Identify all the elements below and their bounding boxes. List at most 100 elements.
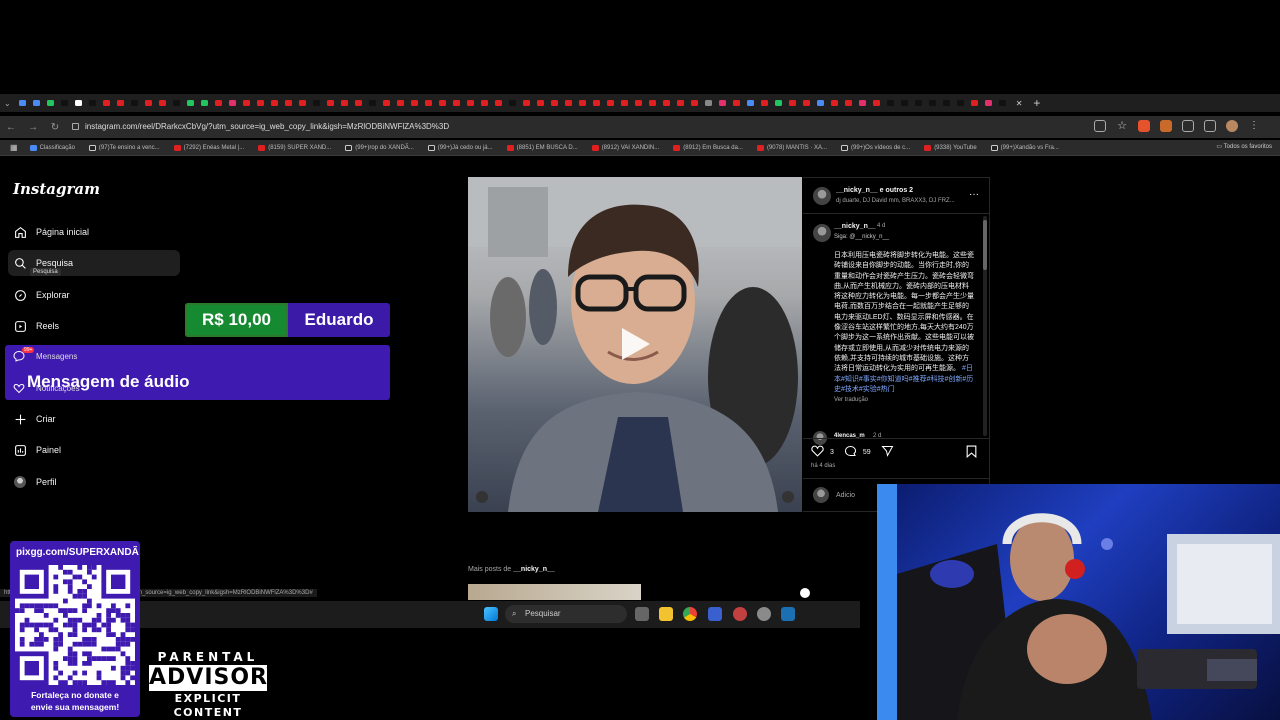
bookmark-item[interactable]: (8912) VAI XANDIN... [591,144,659,151]
bookmark-item[interactable]: (8851) EM BUSCA D... [506,144,578,151]
scrollbar-thumb[interactable] [983,220,987,270]
more-post-thumbnail[interactable] [468,584,641,600]
steam-icon[interactable] [781,607,795,621]
comment-button[interactable] [844,445,857,459]
bookmark-item[interactable]: (99+)Os vídeos de c... [840,144,910,151]
browser-tab[interactable] [534,98,547,108]
browser-tab[interactable] [310,98,323,108]
browser-tab[interactable] [240,98,253,108]
browser-tab[interactable] [912,98,925,108]
nav-reels[interactable]: Reels [8,313,180,339]
browser-tab[interactable] [660,98,673,108]
new-tab-button[interactable]: + [1033,96,1040,110]
browser-tab[interactable] [520,98,533,108]
task-view-icon[interactable] [635,607,649,621]
browser-tab[interactable] [408,98,421,108]
bookmark-item[interactable]: (99+)Xandão vs Fra... [990,144,1059,151]
bookmark-item[interactable]: (9338) YouTube [924,144,977,151]
apps-grid-icon[interactable]: ▦ [10,143,18,152]
browser-tab[interactable] [492,98,505,108]
bookmark-item[interactable]: Classificação [29,144,75,151]
bookmark-item[interactable]: (99+)rop do XANDÃ... [345,144,414,151]
bookmark-item[interactable]: (8159) SUPER XAND... [258,144,331,151]
bookmark-item[interactable]: (99+)Já cedo ou já... [427,144,493,151]
caption-avatar[interactable] [813,224,831,242]
extension-brave-icon[interactable] [1138,120,1150,132]
caption-username[interactable]: __nicky_n__ [834,223,876,230]
chrome-icon[interactable] [683,607,697,621]
settings-gear-icon[interactable] [757,607,771,621]
browser-tab[interactable] [618,98,631,108]
extension-orange-icon[interactable] [1160,120,1172,132]
like-button[interactable] [811,445,824,459]
add-comment-input[interactable]: Adicio [836,492,855,499]
close-tab-icon[interactable]: ✕ [1016,99,1023,108]
browser-tab[interactable] [478,98,491,108]
bookmark-item[interactable]: (8912) Em Busca da... [673,144,743,151]
browser-tab[interactable] [114,98,127,108]
nav-notifications-label[interactable]: Notificações [36,384,80,393]
nav-home[interactable]: Página inicial [8,219,180,245]
browser-tab[interactable] [856,98,869,108]
browser-tab[interactable] [744,98,757,108]
browser-tab[interactable] [576,98,589,108]
mute-icon[interactable] [782,491,794,503]
more-posts-user[interactable]: __nicky_n__ [513,566,555,573]
browser-tab[interactable] [268,98,281,108]
browser-tab[interactable] [506,98,519,108]
site-info-icon[interactable] [72,123,79,130]
browser-tab[interactable] [324,98,337,108]
browser-tab[interactable] [352,98,365,108]
browser-tab[interactable] [842,98,855,108]
forward-button[interactable]: → [22,122,44,133]
browser-tab[interactable] [548,98,561,108]
browser-tab[interactable] [870,98,883,108]
browser-tab[interactable] [450,98,463,108]
browser-tab[interactable] [646,98,659,108]
browser-tab[interactable] [16,98,29,108]
nav-messages-label[interactable]: Mensagens [36,352,77,361]
play-button[interactable] [620,326,652,362]
bookmark-item[interactable]: (7292) Enéas Metal |... [173,144,244,151]
author-avatar[interactable] [813,187,831,205]
back-button[interactable]: ← [0,122,22,133]
url-field[interactable]: instagram.com/reel/DRarkcxCbVg/?utm_sour… [72,116,449,138]
browser-tab[interactable] [422,98,435,108]
browser-tab[interactable] [436,98,449,108]
file-explorer-icon[interactable] [659,607,673,621]
browser-tab[interactable] [296,98,309,108]
app-icon[interactable] [708,607,722,621]
nav-create[interactable]: Criar [8,406,180,432]
browser-tab[interactable] [968,98,981,108]
more-options-icon[interactable]: ··· [969,189,979,200]
install-app-icon[interactable] [1094,120,1106,132]
browser-tab[interactable] [86,98,99,108]
browser-tab[interactable] [996,98,1009,108]
nav-dashboard[interactable]: Painel [8,437,180,463]
browser-tab[interactable] [772,98,785,108]
browser-tab[interactable] [394,98,407,108]
browser-tab[interactable] [226,98,239,108]
bookmark-item[interactable]: (9078) MANTIS · XA... [756,144,827,151]
save-bookmark-icon[interactable] [966,445,977,463]
browser-tab[interactable] [464,98,477,108]
browser-tab[interactable] [828,98,841,108]
browser-tab[interactable] [604,98,617,108]
sidebar-panel-icon[interactable] [1204,120,1216,132]
all-bookmarks-button[interactable]: ▭ Todos os favoritos [1216,143,1272,150]
browser-tab[interactable] [940,98,953,108]
reload-button[interactable]: ↻ [44,122,66,133]
extensions-puzzle-icon[interactable] [1182,120,1194,132]
bookmark-star-icon[interactable]: ☆ [1116,120,1128,132]
browser-tab[interactable] [128,98,141,108]
browser-tab[interactable] [212,98,225,108]
browser-tab[interactable] [282,98,295,108]
instagram-logo[interactable]: Instagram [13,180,100,198]
browser-tab[interactable] [184,98,197,108]
browser-tab[interactable] [898,98,911,108]
browser-tab[interactable] [702,98,715,108]
profile-avatar-icon[interactable] [1226,120,1238,132]
heart-icon[interactable] [13,381,25,399]
nav-explore[interactable]: Explorar [8,282,180,308]
share-button[interactable] [881,445,894,459]
